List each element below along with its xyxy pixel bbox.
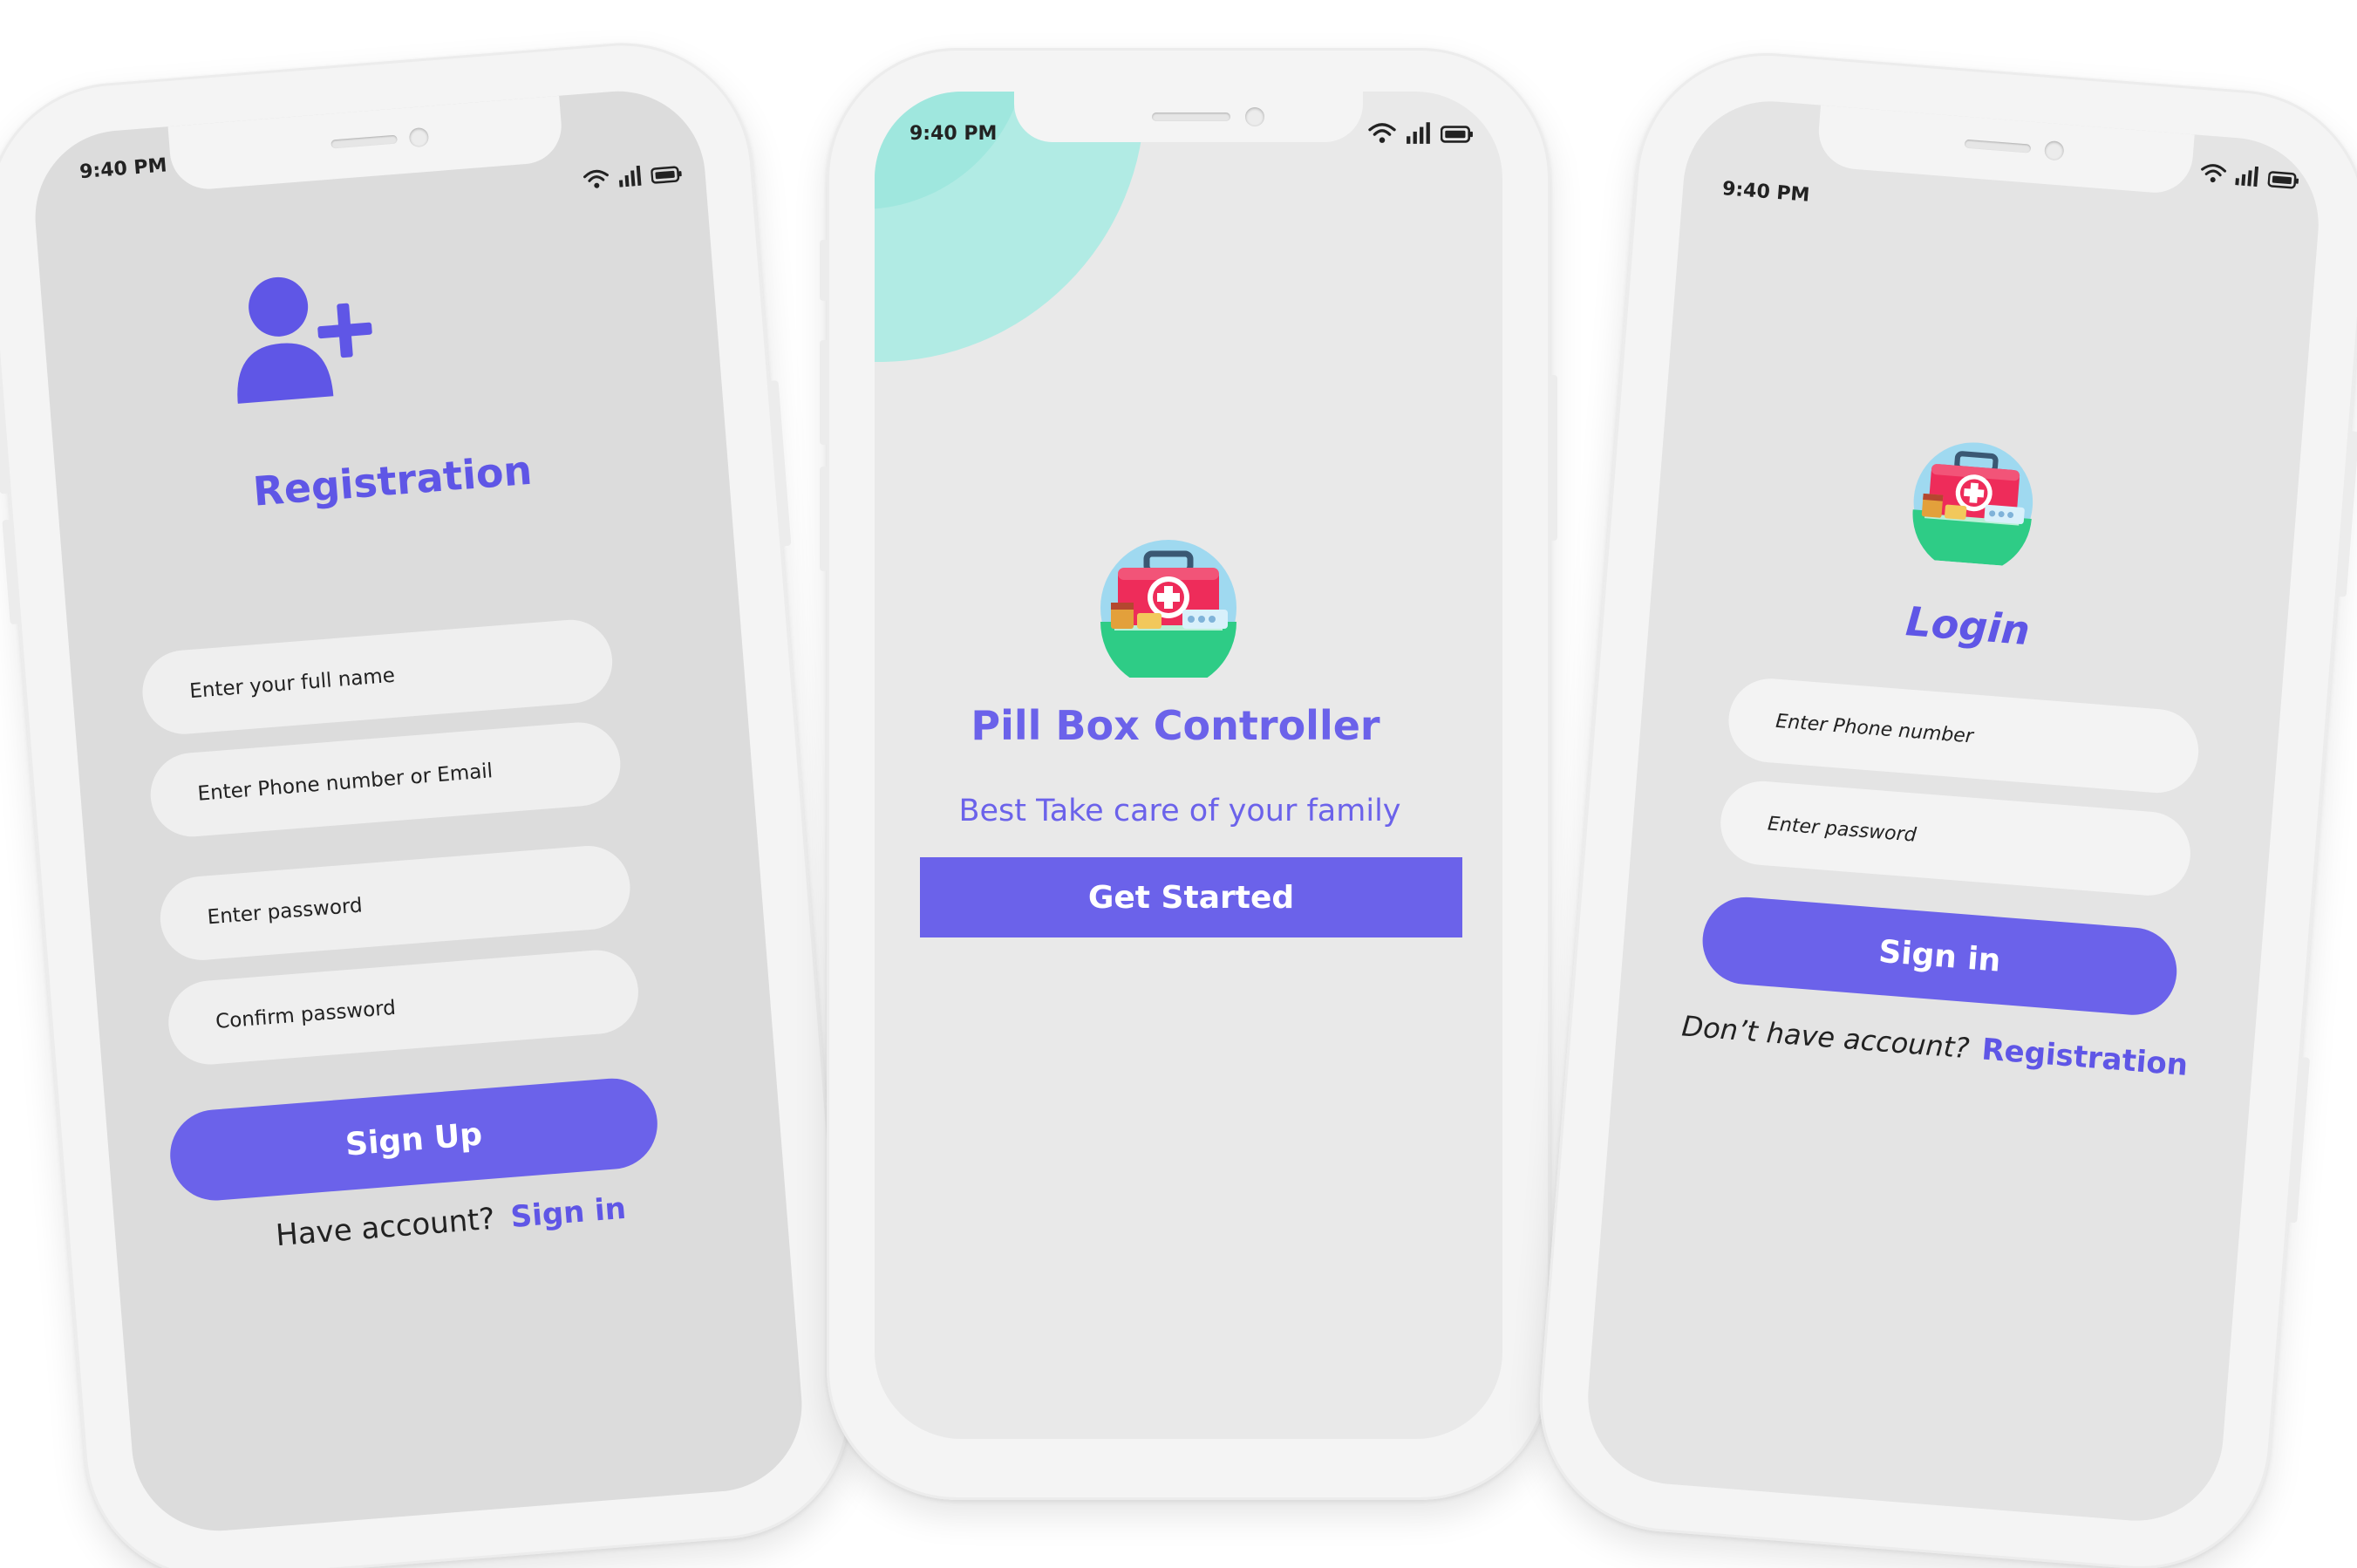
page-title: Login	[1904, 597, 2032, 655]
phone-field[interactable]: Enter Phone number	[1725, 675, 2202, 796]
welcome-screen: 9:40 PM Pill Box Controller Best Take ca…	[875, 92, 1502, 1439]
status-icons	[2199, 161, 2300, 190]
registration-phone: 9:40 PM Registration Enter your full nam…	[0, 33, 861, 1568]
login-screen: 9:40 PM Login Enter Phone number Enter p…	[1581, 94, 2326, 1528]
battery-icon	[651, 166, 682, 184]
get-started-button[interactable]: Get Started	[920, 857, 1462, 937]
speaker	[1152, 112, 1230, 121]
status-time: 9:40 PM	[1721, 178, 1811, 207]
sign-in-link[interactable]: Sign in	[509, 1191, 627, 1235]
power-button	[1549, 375, 1557, 541]
volume-up-button	[820, 340, 828, 445]
wifi-icon	[1368, 123, 1396, 143]
signal-icon	[2235, 166, 2259, 187]
battery-icon	[2267, 171, 2299, 189]
confirm-password-field[interactable]: Confirm password	[165, 947, 642, 1068]
status-time: 9:40 PM	[78, 154, 168, 184]
no-account-text: Don’t have account?	[1680, 1009, 1971, 1066]
password-field[interactable]: Enter password	[1717, 778, 2194, 899]
status-icons	[1367, 121, 1474, 144]
silent-switch	[820, 240, 828, 301]
signal-icon	[1407, 122, 1430, 144]
sign-in-button[interactable]: Sign in	[1699, 894, 2180, 1019]
app-title: Pill Box Controller	[971, 702, 1380, 749]
first-aid-kit-icon	[1099, 538, 1238, 678]
wifi-icon	[2201, 164, 2227, 183]
welcome-phone: 9:40 PM Pill Box Controller Best Take ca…	[820, 48, 1557, 1500]
first-aid-kit-icon	[1908, 436, 2040, 568]
front-camera	[1245, 107, 1264, 126]
volume-down-button	[820, 467, 828, 571]
password-field[interactable]: Enter password	[157, 842, 634, 964]
registration-prompt: Don’t have account? Registration	[1616, 1004, 2253, 1088]
tagline: Best Take care of your family	[958, 794, 1401, 828]
registration-screen: 9:40 PM Registration Enter your full nam…	[29, 85, 808, 1537]
have-account-text: Have account?	[274, 1201, 496, 1254]
add-user-icon	[237, 276, 372, 404]
wifi-icon	[583, 169, 609, 188]
full-name-field[interactable]: Enter your full name	[139, 617, 616, 738]
signal-icon	[618, 165, 642, 187]
registration-link[interactable]: Registration	[1980, 1032, 2189, 1082]
page-title: Registration	[251, 446, 535, 515]
login-phone: 9:40 PM Login Enter Phone number Enter p…	[1529, 43, 2357, 1568]
contact-field[interactable]: Enter Phone number or Email	[147, 719, 623, 840]
battery-icon	[1441, 126, 1473, 143]
status-time: 9:40 PM	[909, 123, 998, 145]
status-icons	[582, 161, 684, 190]
sign-up-button[interactable]: Sign Up	[167, 1074, 661, 1204]
